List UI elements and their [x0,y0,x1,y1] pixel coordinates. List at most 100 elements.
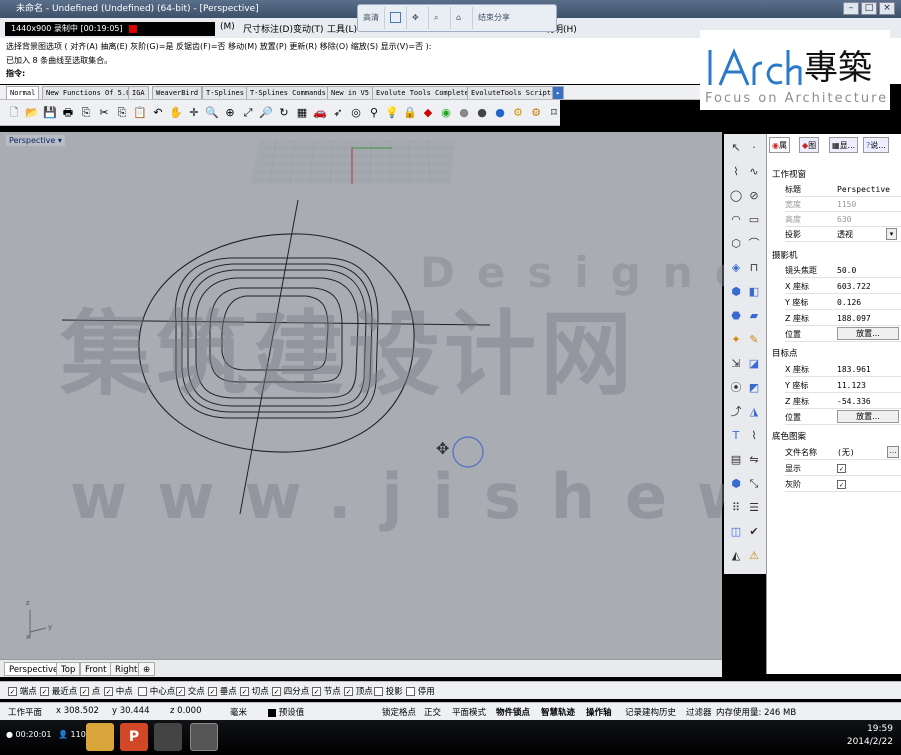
fillet-icon[interactable]: ⌒ [746,236,762,252]
osnap-point[interactable]: ✓ 点 [80,685,100,697]
tab-help[interactable]: ?说... [863,137,889,153]
mesh-icon[interactable]: ⬣ [728,308,744,324]
tab-options-icon[interactable]: ▸ [552,86,565,99]
edit-points-icon[interactable]: ◫ [728,524,744,540]
tab-layers[interactable]: ◆图 [799,137,820,153]
status-osnap[interactable]: 物件锁点 [496,706,530,718]
solid-icon[interactable]: ◧ [746,284,762,300]
cube-icon[interactable]: ⬢ [728,476,744,492]
status-layer[interactable]: 预设值 [268,706,304,718]
osnap-end[interactable]: ✓ 端点 [8,685,37,697]
properties-icon[interactable]: ◉ [438,104,454,122]
hatch-icon[interactable]: ⌇ [746,428,762,444]
plane-icon[interactable]: ▰ [746,308,762,324]
select-arrow-icon[interactable]: ↖ [728,140,744,156]
text-icon[interactable]: ✎ [746,332,762,348]
copy-icon[interactable]: ⎘ [114,104,130,122]
target-place-button[interactable]: 放置... [837,410,899,423]
command-input[interactable] [32,67,692,79]
tab-tsplines[interactable]: T-Splines [202,86,248,99]
status-ortho[interactable]: 正交 [424,706,441,718]
cut-icon[interactable]: ✂ [96,104,112,122]
list-icon[interactable]: ☰ [746,500,762,516]
grid-array-icon[interactable]: ⠿ [728,500,744,516]
osnap-vertex[interactable]: ✓ 顶点 [344,685,373,697]
status-smart-track[interactable]: 智慧轨迹 [541,706,575,718]
analyze-icon[interactable]: ⦿ [728,380,744,396]
osnap-project[interactable]: 投影 [374,685,403,697]
four-views-icon[interactable]: ▦ [294,104,310,122]
box-icon[interactable]: ⬢ [728,284,744,300]
powerpoint-icon[interactable]: P [120,723,148,751]
osnap-tangent[interactable]: ✓ 切点 [240,685,269,697]
tab-normal[interactable]: Normal [6,86,40,99]
tab-new-in-v5[interactable]: New in V5 [327,86,373,99]
tab-weaverbird[interactable]: WeaverBird [152,86,203,99]
undo-icon[interactable]: ↶ [150,104,166,122]
file-explorer-icon[interactable] [86,723,114,751]
osnap-knot[interactable]: ✓ 节点 [312,685,341,697]
osnap-near[interactable]: ✓ 最近点 [40,685,77,697]
render-tool-icon[interactable]: ◩ [746,380,762,396]
tab-evolute-scripts[interactable]: EvoluteTools Scripts [467,86,560,99]
move-icon[interactable]: ✥ [407,7,429,29]
zoom-window-icon[interactable]: ⊕ [222,104,238,122]
rendered-sphere-icon[interactable]: ● [474,104,490,122]
tab-evolute-complete[interactable]: Evolute Tools Complete [372,86,473,99]
tab-front[interactable]: Front [80,662,112,676]
osnap-intersection[interactable]: ✓ 交点 [176,685,205,697]
home-icon[interactable]: ⌂ [451,7,473,29]
status-grid-snap[interactable]: 锁定格点 [382,706,416,718]
minimize-button[interactable]: – [843,2,859,15]
warning-icon[interactable]: ⚠ [746,548,762,564]
menu-transform[interactable]: 变动(T) [293,22,324,35]
polyline-icon[interactable]: ⌇ [728,164,744,180]
system-clock[interactable]: 19:59 2014/2/22 [847,723,893,749]
status-history[interactable]: 记录建构历史 [625,706,676,718]
tab-properties[interactable]: ◉属 [769,137,790,153]
dimension-icon[interactable]: ✦ [728,332,744,348]
render-icon[interactable]: ● [492,104,508,122]
zoom-icon[interactable]: 🔍 [204,104,220,122]
trim-icon[interactable]: ⤴ [728,404,744,420]
tab-display[interactable]: ▦显... [829,137,859,153]
settings-gear-icon[interactable]: ⚙ [528,104,544,122]
menu-item[interactable]: (M) [220,22,235,32]
polygon-icon[interactable]: ⬡ [728,236,744,252]
mirror-icon[interactable]: ⇋ [746,452,762,468]
maximize-button[interactable]: □ [861,2,877,15]
options-icon[interactable]: ⚙ [510,104,526,122]
ellipse-icon[interactable]: ⊘ [746,188,762,204]
projection-dropdown-icon[interactable]: ▾ [886,228,897,240]
layer-icon[interactable]: ◆ [420,104,436,122]
osnap-quad[interactable]: ✓ 四分点 [272,685,309,697]
shaded-sphere-icon[interactable]: ● [456,104,472,122]
car-icon[interactable]: 🚗 [312,104,328,122]
tab-perspective[interactable]: Perspective [4,662,64,676]
menu-dimension[interactable]: 尺寸标注(D) [243,22,293,35]
zoom-selected-icon[interactable]: 🔎 [258,104,274,122]
status-gumball[interactable]: 操作轴 [586,706,612,718]
save-icon[interactable]: 💾 [42,104,58,122]
status-planar[interactable]: 平面模式 [452,706,486,718]
tab-new-functions[interactable]: New Functions Of 5.0 [42,86,135,99]
transform-icon[interactable]: ⇲ [728,356,744,372]
tab-tsplines-commands[interactable]: T-Splines Commands [246,86,330,99]
app-icon[interactable] [154,723,182,751]
grayscale-checkbox[interactable]: ✓ [837,480,846,489]
tool-extra-icon[interactable]: ⌑ [546,104,562,122]
camera-place-button[interactable]: 放置... [837,327,899,340]
add-viewport-icon[interactable]: ⊕ [138,662,156,676]
pan-hand-icon[interactable]: ✋ [168,104,184,122]
new-file-icon[interactable]: 🗋 [6,104,22,122]
status-filter[interactable]: 过滤器 [686,706,712,718]
show-checkbox[interactable]: ✓ [837,464,846,473]
grid-icon[interactable]: ⚲ [366,104,382,122]
stop-record-icon[interactable] [129,24,138,33]
rhino-icon[interactable] [190,723,218,751]
zoom-extents-icon[interactable]: ⤢ [240,104,256,122]
shapes-icon[interactable]: ◭ [728,548,744,564]
osnap-center[interactable]: 中心点 [138,685,175,697]
curve-icon[interactable]: ∿ [746,164,762,180]
osnap-icon[interactable]: ◎ [348,104,364,122]
